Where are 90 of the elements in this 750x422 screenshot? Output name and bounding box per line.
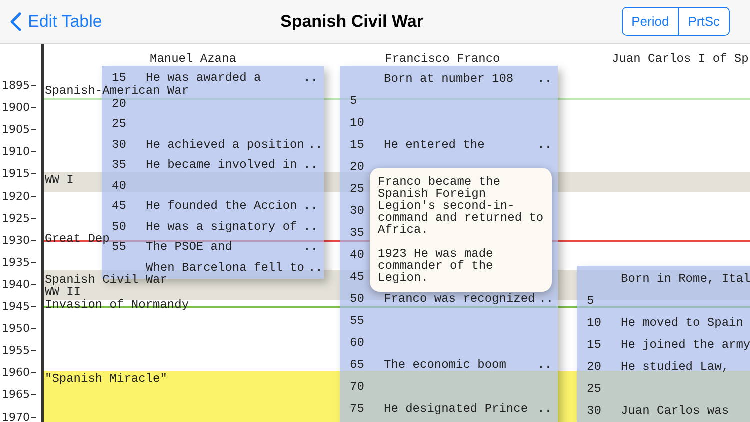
age-label: 40 [350, 248, 364, 262]
event-text[interactable]: He entered the [384, 138, 534, 152]
year-label: 1920 [2, 190, 30, 202]
age-label: 35 [350, 226, 364, 240]
age-label: 10 [350, 116, 364, 130]
more-indicator[interactable]: .. [308, 260, 323, 275]
year-label: 1970 [2, 410, 30, 422]
year-label: 1945 [2, 300, 30, 313]
age-label: 15 [350, 138, 364, 152]
year-label: 1930 [2, 234, 30, 247]
more-indicator[interactable]: .. [538, 402, 552, 416]
age-label: 25 [350, 182, 364, 196]
year-label: 1960 [2, 366, 30, 380]
age-label: 20 [350, 160, 364, 174]
period-label: WW I [45, 174, 74, 186]
age-label: 70 [350, 380, 364, 394]
period-label: Spanish-American War [45, 85, 190, 97]
more-indicator[interactable]: .. [304, 199, 318, 214]
period-label: "Spanish Miracle" [45, 373, 168, 385]
more-indicator[interactable]: .. [538, 138, 552, 152]
event-text[interactable]: The PSOE and [146, 240, 300, 254]
period-label: Spanish Civil War [45, 274, 168, 286]
event-text[interactable]: He joined the army [621, 338, 750, 352]
age-label: 20 [112, 96, 126, 111]
event-text[interactable]: Juan Carlos was [621, 404, 750, 418]
age-label: 50 [350, 292, 364, 306]
year-label: 1925 [2, 212, 30, 225]
event-text[interactable]: He founded the Accion [146, 199, 300, 214]
event-text[interactable]: When Barcelona fell to [146, 260, 304, 275]
year-label: 1895 [2, 79, 30, 92]
event-text[interactable]: He studied Law, [621, 360, 750, 374]
age-label: 45 [112, 199, 126, 214]
event-text[interactable]: The economic boom [384, 358, 534, 372]
year-label: 1950 [2, 322, 30, 336]
event-text[interactable]: He was a signatory of [146, 220, 300, 234]
event-text[interactable]: He designated Prince [384, 402, 534, 416]
more-indicator[interactable]: .. [538, 72, 552, 86]
age-label: 45 [350, 270, 364, 284]
column-header: Juan Carlos I of Sp [612, 52, 749, 66]
event-text[interactable]: He was awarded a [146, 71, 300, 86]
age-label: 75 [350, 402, 364, 416]
more-indicator[interactable]: .. [308, 138, 323, 152]
age-label: 25 [587, 382, 602, 396]
age-label: 5 [350, 94, 358, 108]
event-text[interactable]: He moved to Spain [621, 316, 750, 330]
year-label: 1900 [2, 101, 30, 114]
event-text[interactable]: He achieved a position [146, 138, 304, 152]
year-label: 1940 [2, 278, 30, 291]
more-indicator[interactable]: .. [304, 220, 318, 234]
age-label: 50 [112, 220, 126, 234]
age-label: 10 [587, 316, 602, 330]
age-label: 65 [350, 358, 364, 372]
event-text[interactable]: He became involved in [146, 158, 300, 172]
event-text[interactable]: Born at number 108 [384, 72, 534, 86]
more-indicator[interactable]: .. [538, 358, 552, 372]
year-label: 1965 [2, 388, 30, 402]
more-indicator[interactable]: .. [304, 240, 318, 254]
column-header: Francisco Franco [385, 52, 500, 66]
age-label: 60 [350, 336, 364, 350]
year-label: 1935 [2, 256, 30, 269]
age-label: 5 [587, 294, 594, 308]
year-label: 1910 [2, 145, 30, 158]
popup-text: Franco became the Spanish Foreign Legion's second-in-command and returned to Africa. [378, 176, 544, 236]
event-text[interactable]: Franco was recognized [384, 292, 536, 306]
age-label: 30 [350, 204, 364, 218]
age-label: 40 [112, 178, 126, 193]
chevron-left-icon [10, 12, 22, 32]
screen-title: Spanish Civil War [280, 12, 424, 32]
age-label: 55 [350, 314, 364, 328]
more-indicator[interactable]: .. [304, 71, 318, 86]
back-button[interactable]: Edit Table [10, 12, 102, 32]
age-label: 30 [112, 138, 126, 152]
age-label: 20 [587, 360, 602, 374]
period-label: WW II [45, 286, 82, 298]
age-label: 30 [587, 404, 602, 418]
year-label: 1955 [2, 344, 30, 358]
age-label: 15 [587, 338, 602, 352]
year-label: 1905 [2, 123, 30, 136]
column-header: Manuel Azana [150, 52, 236, 66]
toolbar-button[interactable]: Period [622, 8, 678, 35]
more-indicator[interactable]: .. [539, 292, 554, 306]
toolbar-button[interactable]: PrtSc [678, 8, 729, 35]
age-label: 35 [112, 158, 126, 172]
age-label: 25 [112, 117, 126, 132]
year-label: 1915 [2, 167, 30, 180]
age-label: 15 [112, 71, 126, 86]
popup-text: 1923 He was made commander of the Legion. [378, 248, 494, 284]
event-text[interactable]: Born in Rome, Ital [621, 272, 750, 286]
more-indicator[interactable]: .. [304, 158, 318, 172]
age-label: 55 [112, 240, 126, 254]
